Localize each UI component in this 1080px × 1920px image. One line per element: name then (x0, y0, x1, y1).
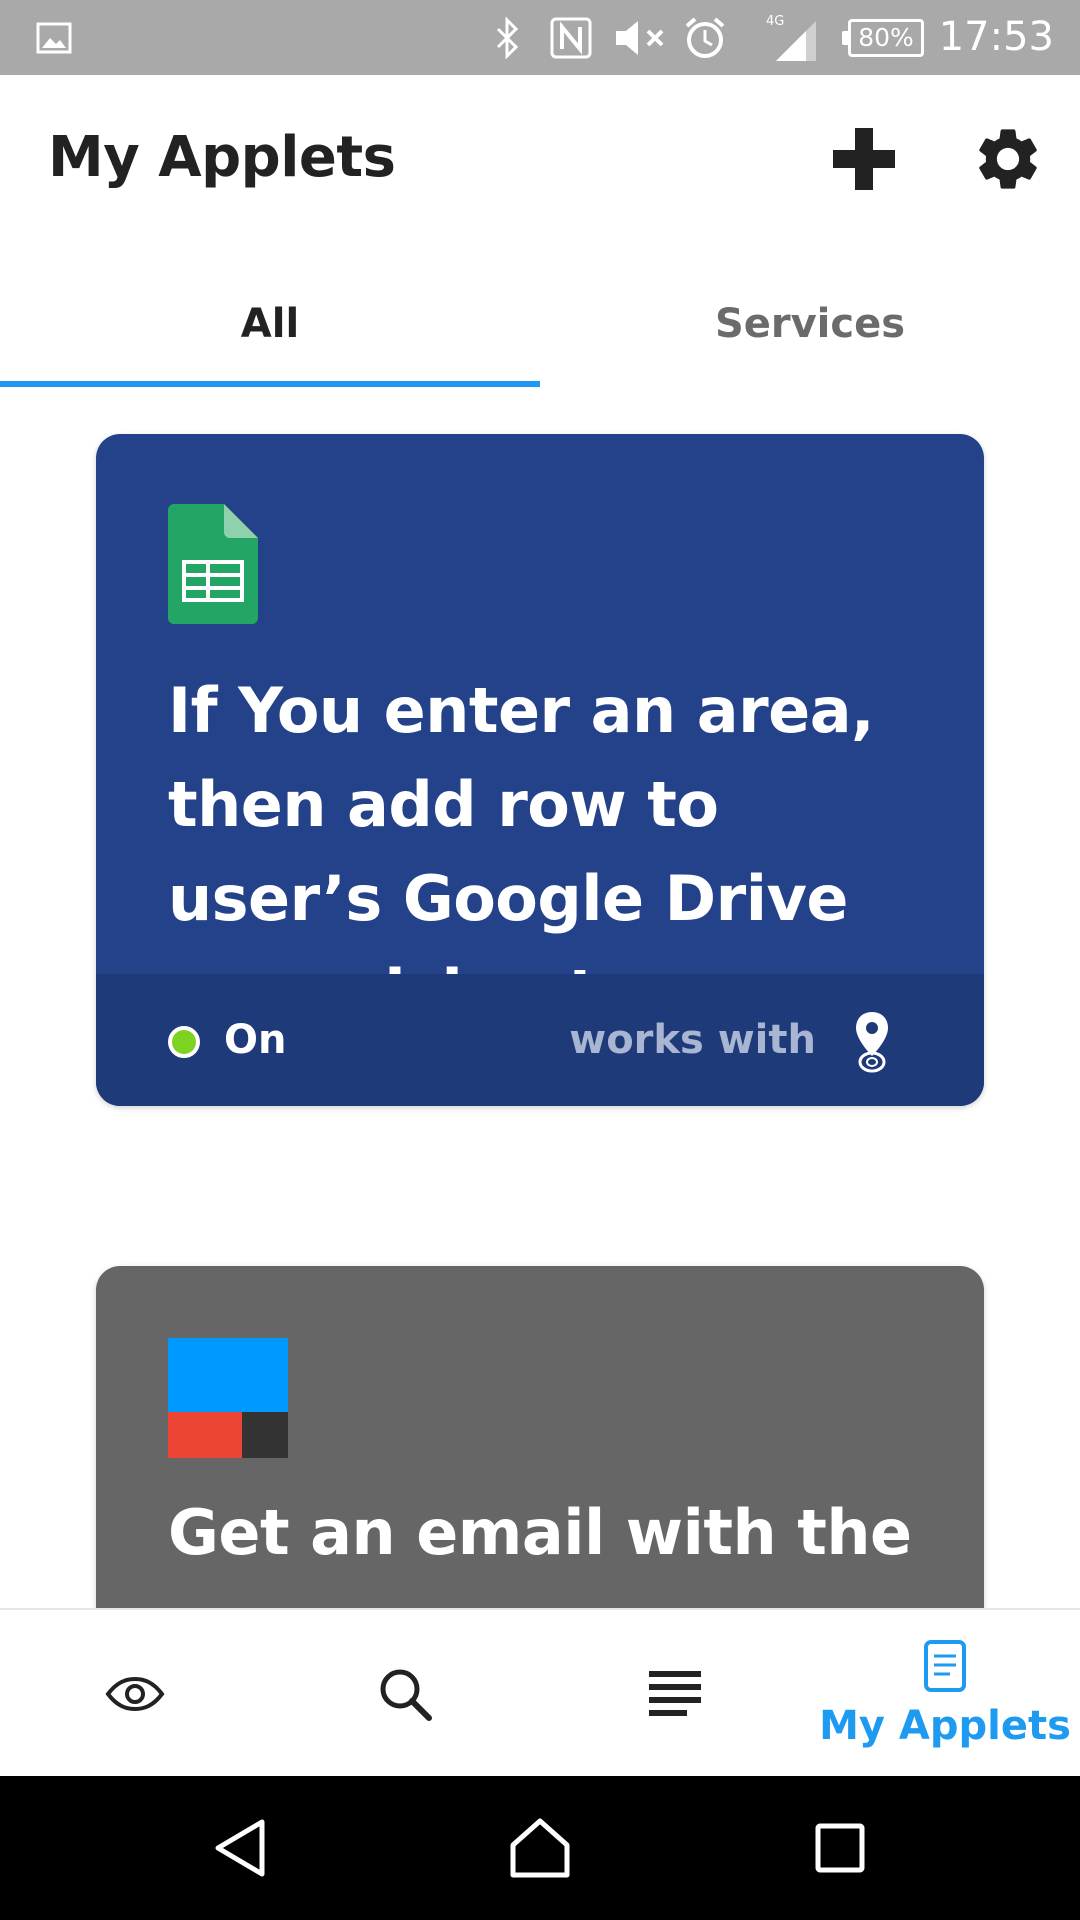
network-type-label: 4G (766, 14, 784, 29)
bluetooth-icon (490, 0, 526, 75)
applet-card[interactable]: If You enter an area, then add row to us… (96, 434, 984, 1106)
alarm-icon (682, 0, 728, 75)
page-title: My Applets (48, 125, 396, 190)
eye-icon (105, 1676, 165, 1712)
system-navigation-bar (0, 1776, 1080, 1920)
mute-icon (610, 0, 670, 75)
nav-activity[interactable] (540, 1610, 810, 1778)
location-icon (852, 1010, 892, 1074)
settings-button[interactable] (966, 117, 1050, 201)
works-with-label: works with (569, 1017, 816, 1063)
tab-bar: All Services (0, 262, 1080, 390)
activity-icon (649, 1671, 701, 1716)
gallery-icon (34, 0, 74, 75)
home-button[interactable] (480, 1776, 600, 1920)
recents-icon (815, 1823, 865, 1873)
home-icon (510, 1818, 570, 1878)
applet-list[interactable]: If You enter an area, then add row to us… (0, 388, 1080, 1608)
tab-all[interactable]: All (0, 262, 540, 386)
add-icon (833, 128, 895, 190)
status-bar: 4G 80% 17:53 (0, 0, 1080, 75)
applet-footer: On works with (96, 974, 984, 1106)
tab-services[interactable]: Services (540, 262, 1080, 386)
clock: 17:53 (938, 14, 1054, 60)
status-on-indicator (168, 1026, 200, 1058)
battery-icon: 80% (842, 0, 926, 75)
recents-button[interactable] (780, 1776, 900, 1920)
nfc-icon (546, 0, 596, 75)
applet-status: On (224, 1017, 287, 1063)
battery-level: 80% (842, 18, 924, 57)
settings-icon (979, 129, 1037, 189)
applet-title: Get an email with the (168, 1496, 912, 1569)
back-icon (215, 1819, 265, 1877)
nav-my-applets[interactable]: My Applets (810, 1610, 1080, 1778)
ifttt-service-icon (168, 1338, 288, 1462)
back-button[interactable] (180, 1776, 300, 1920)
app-header: My Applets (0, 75, 1080, 245)
nav-search[interactable] (270, 1610, 540, 1778)
my-applets-icon (924, 1640, 966, 1692)
nav-my-applets-label: My Applets (819, 1703, 1071, 1749)
bottom-navigation: My Applets (0, 1608, 1080, 1778)
applet-card[interactable]: Get an email with the (96, 1266, 984, 1608)
add-applet-button[interactable] (822, 117, 906, 201)
signal-icon: 4G (766, 0, 822, 75)
nav-discover[interactable] (0, 1610, 270, 1778)
search-icon (380, 1669, 432, 1721)
tab-selected-indicator (0, 381, 540, 387)
google-sheets-icon (168, 504, 258, 628)
